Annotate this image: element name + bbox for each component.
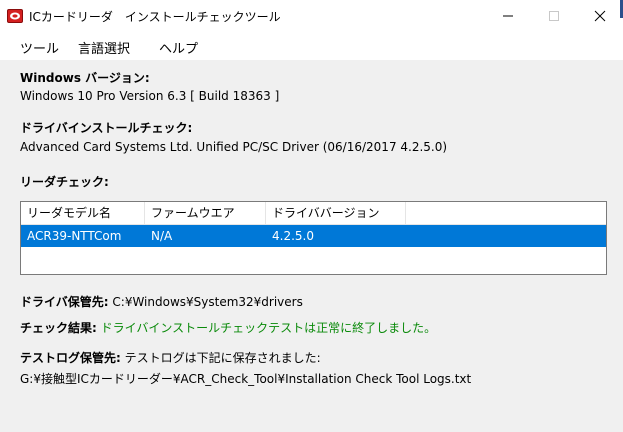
menu-help[interactable]: ヘルプ xyxy=(159,38,198,57)
cell-model: ACR39-NTTCom xyxy=(27,229,122,243)
window-title: ICカードリーダ インストールチェックツール xyxy=(29,10,281,24)
check-result-value: ドライバインストールチェックテストは正常に終了しました。 xyxy=(100,321,437,335)
close-icon xyxy=(594,10,606,22)
main-content: Windows バージョン: Windows 10 Pro Version 6.… xyxy=(0,61,623,432)
table-row[interactable]: ACR39-NTTCom N/A 4.2.5.0 xyxy=(21,225,606,247)
test-log-label: テストログ保管先: xyxy=(20,351,121,365)
column-header-model[interactable]: リーダモデル名 xyxy=(21,202,145,224)
test-log-path: G:¥接触型ICカードリーダー¥ACR_Check_Tool¥Installat… xyxy=(20,372,472,386)
column-header-driver-version[interactable]: ドライババージョン xyxy=(266,202,406,224)
acr-card-reader-icon xyxy=(7,8,23,24)
check-result-label: チェック結果: xyxy=(20,321,97,335)
driver-install-check-label: ドライバインストールチェック: xyxy=(20,121,193,135)
minimize-icon xyxy=(503,15,513,17)
reader-check-label: リーダチェック: xyxy=(20,175,109,189)
maximize-icon xyxy=(549,11,559,21)
menu-tools[interactable]: ツール xyxy=(20,38,59,57)
test-log-line: テストログ保管先: テストログは下記に保存されました: xyxy=(20,349,321,366)
windows-version-value: Windows 10 Pro Version 6.3 [ Build 18363… xyxy=(20,89,280,103)
cell-firmware: N/A xyxy=(151,229,173,243)
test-log-message: テストログは下記に保存されました: xyxy=(124,351,321,365)
driver-store-value: C:¥Windows¥System32¥drivers xyxy=(112,295,303,309)
driver-store-label: ドライバ保管先: xyxy=(20,295,109,309)
reader-list[interactable]: リーダモデル名 ファームウエア ドライババージョン ACR39-NTTCom N… xyxy=(20,201,607,275)
menu-bar: ツール 言語選択 ヘルプ xyxy=(0,32,623,61)
cell-driver-version: 4.2.5.0 xyxy=(272,229,314,243)
maximize-button[interactable] xyxy=(531,0,577,32)
driver-install-check-value: Advanced Card Systems Ltd. Unified PC/SC… xyxy=(20,140,448,154)
windows-version-label: Windows バージョン: xyxy=(20,71,150,85)
close-button[interactable] xyxy=(577,0,623,32)
column-header-firmware[interactable]: ファームウエア xyxy=(145,202,266,224)
minimize-button[interactable] xyxy=(485,0,531,32)
title-bar: ICカードリーダ インストールチェックツール xyxy=(0,0,623,32)
reader-list-header: リーダモデル名 ファームウエア ドライババージョン xyxy=(21,202,606,225)
driver-store-line: ドライバ保管先: C:¥Windows¥System32¥drivers xyxy=(20,293,303,310)
check-result-line: チェック結果: ドライバインストールチェックテストは正常に終了しました。 xyxy=(20,319,436,336)
menu-language[interactable]: 言語選択 xyxy=(78,38,130,57)
